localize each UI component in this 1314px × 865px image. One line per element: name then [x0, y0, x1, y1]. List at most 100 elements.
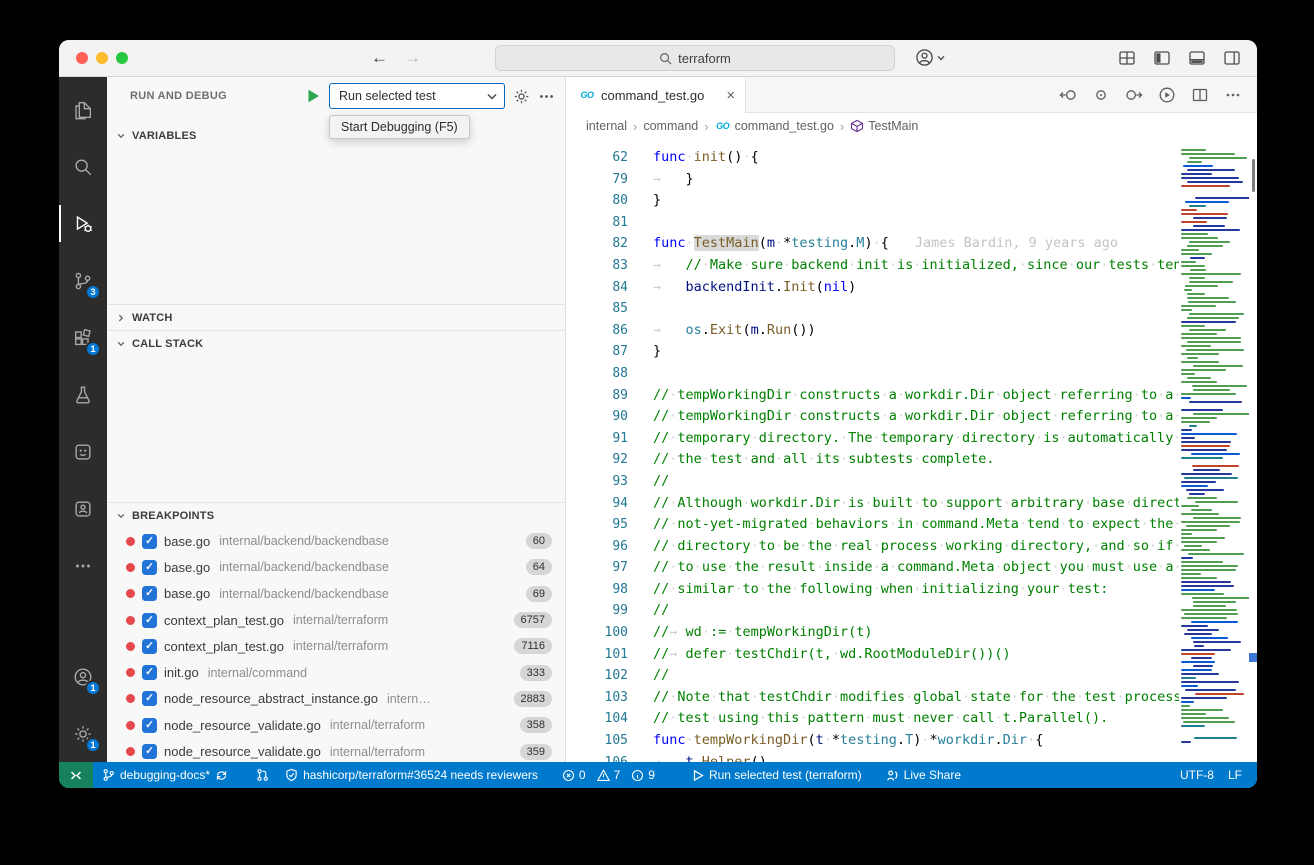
line-number[interactable]: 86 — [566, 320, 628, 342]
breadcrumb-item-file[interactable]: GO command_test.go — [715, 119, 834, 133]
code-line[interactable]: 84→ backendInit.Init(nil) — [566, 277, 1257, 299]
line-number[interactable]: 91 — [566, 428, 628, 450]
repo-review-status[interactable]: hashicorp/terraform#36524 needs reviewer… — [278, 762, 545, 788]
activity-item-search[interactable] — [59, 138, 107, 195]
code-line[interactable]: 96//·directory·to·be·the·real·process·wo… — [566, 536, 1257, 558]
zoom-window-button[interactable] — [116, 52, 128, 64]
run-task-status[interactable]: Run selected test (terraform) — [685, 762, 869, 788]
toggle-primary-sidebar-button[interactable] — [1153, 49, 1171, 67]
activity-item-source-control[interactable]: 3 — [59, 252, 107, 309]
breakpoint-row[interactable]: ✓base.gointernal/backend/backendbase60 — [107, 528, 565, 554]
toggle-panel-button[interactable] — [1188, 49, 1206, 67]
changes-icon[interactable] — [1092, 86, 1110, 104]
line-number[interactable]: 105 — [566, 730, 628, 752]
activity-item-extensions[interactable]: 1 — [59, 309, 107, 366]
code-line[interactable]: 81 — [566, 212, 1257, 234]
previous-change-icon[interactable] — [1059, 86, 1077, 104]
live-share-status[interactable]: Live Share — [879, 762, 968, 788]
code-line[interactable]: 62func·init()·{ — [566, 147, 1257, 169]
history-back-button[interactable]: ← — [371, 48, 388, 68]
line-number[interactable]: 98 — [566, 579, 628, 601]
line-number[interactable]: 99 — [566, 600, 628, 622]
line-number[interactable]: 106 — [566, 752, 628, 762]
line-number[interactable]: 80 — [566, 190, 628, 212]
close-tab-button[interactable]: × — [726, 88, 735, 103]
code-line[interactable]: 105func·tempWorkingDir(t·*testing.T)·*wo… — [566, 730, 1257, 752]
history-forward-button[interactable]: → — [404, 48, 421, 68]
run-or-debug-icon[interactable] — [1158, 86, 1176, 104]
code-line[interactable]: 98//·similar·to·the·following·when·initi… — [566, 579, 1257, 601]
pull-request-status[interactable] — [249, 762, 276, 788]
breadcrumb-item-internal[interactable]: internal — [586, 119, 627, 133]
breakpoint-checkbox[interactable]: ✓ — [142, 744, 157, 759]
line-number[interactable]: 95 — [566, 514, 628, 536]
start-debugging-button[interactable] — [305, 88, 321, 104]
activity-item-run-and-debug[interactable] — [59, 195, 107, 252]
activity-item-settings[interactable]: 1 — [59, 705, 107, 762]
line-number[interactable]: 82 — [566, 233, 628, 255]
line-number[interactable]: 90 — [566, 406, 628, 428]
code-line[interactable]: 83→ //·Make·sure·backend·init·is·initial… — [566, 255, 1257, 277]
line-number[interactable]: 88 — [566, 363, 628, 385]
code-line[interactable]: 106→ t.Helper() — [566, 752, 1257, 762]
debug-more-actions-button[interactable] — [538, 88, 555, 105]
breadcrumb-item-command[interactable]: command — [643, 119, 698, 133]
line-number[interactable]: 102 — [566, 665, 628, 687]
code-line[interactable]: 89//·tempWorkingDir·constructs·a·workdir… — [566, 385, 1257, 407]
next-change-icon[interactable] — [1125, 86, 1143, 104]
command-center-search[interactable]: terraform — [495, 45, 895, 71]
line-number[interactable]: 85 — [566, 298, 628, 320]
line-number[interactable]: 104 — [566, 708, 628, 730]
code-line[interactable]: 95//·not-yet-migrated·behaviors·in·comma… — [566, 514, 1257, 536]
line-number[interactable]: 93 — [566, 471, 628, 493]
code-line[interactable]: 94//·Although·workdir.Dir·is·built·to·su… — [566, 493, 1257, 515]
breakpoint-checkbox[interactable]: ✓ — [142, 613, 157, 628]
code-line[interactable]: 79→ } — [566, 169, 1257, 191]
activity-item-explorer[interactable] — [59, 81, 107, 138]
line-number[interactable]: 62 — [566, 147, 628, 169]
more-actions-icon[interactable] — [1224, 86, 1242, 104]
breakpoint-row[interactable]: ✓node_resource_abstract_instance.gointer… — [107, 686, 565, 712]
breakpoint-checkbox[interactable]: ✓ — [142, 665, 157, 680]
code-editor[interactable]: 62func·init()·{79→ }80}8182func·TestMain… — [566, 139, 1257, 762]
breadcrumb-item-symbol[interactable]: TestMain — [850, 119, 918, 133]
code-line[interactable]: 90//·tempWorkingDir·constructs·a·workdir… — [566, 406, 1257, 428]
code-line[interactable]: 87} — [566, 341, 1257, 363]
breakpoint-checkbox[interactable]: ✓ — [142, 639, 157, 654]
code-line[interactable]: 91//·temporary·directory.·The·temporary·… — [566, 428, 1257, 450]
minimap[interactable] — [1179, 145, 1249, 762]
encoding-status[interactable]: UTF-8 — [1173, 768, 1221, 782]
code-line[interactable]: 86→ os.Exit(m.Run()) — [566, 320, 1257, 342]
profile-menu-button[interactable] — [915, 48, 945, 67]
section-watch[interactable]: WATCH — [107, 304, 565, 331]
line-number[interactable]: 83 — [566, 255, 628, 277]
breakpoint-row[interactable]: ✓node_resource_validate.gointernal/terra… — [107, 712, 565, 738]
debug-settings-gear-button[interactable] — [513, 88, 530, 105]
breakpoint-row[interactable]: ✓init.gointernal/command333 — [107, 659, 565, 685]
breakpoint-checkbox[interactable]: ✓ — [142, 560, 157, 575]
section-breakpoints[interactable]: BREAKPOINTS — [107, 502, 565, 529]
remote-indicator[interactable] — [59, 762, 93, 788]
code-line[interactable]: 104//·test·using·this·pattern·must·never… — [566, 708, 1257, 730]
line-number[interactable]: 103 — [566, 687, 628, 709]
breakpoint-checkbox[interactable]: ✓ — [142, 586, 157, 601]
breakpoint-row[interactable]: ✓base.gointernal/backend/backendbase69 — [107, 581, 565, 607]
code-line[interactable]: 88 — [566, 363, 1257, 385]
breakpoint-checkbox[interactable]: ✓ — [142, 534, 157, 549]
line-number[interactable]: 87 — [566, 341, 628, 363]
code-line[interactable]: 85 — [566, 298, 1257, 320]
toggle-secondary-sidebar-button[interactable] — [1223, 49, 1241, 67]
activity-item-extension-1[interactable] — [59, 423, 107, 480]
section-call-stack[interactable]: CALL STACK — [107, 330, 565, 357]
code-line[interactable]: 100//→ wd·:=·tempWorkingDir(t) — [566, 622, 1257, 644]
customize-layout-button[interactable] — [1118, 49, 1136, 67]
line-number[interactable]: 79 — [566, 169, 628, 191]
code-line[interactable]: 99// — [566, 600, 1257, 622]
split-editor-icon[interactable] — [1191, 86, 1209, 104]
breakpoint-row[interactable]: ✓context_plan_test.gointernal/terraform6… — [107, 607, 565, 633]
line-number[interactable]: 101 — [566, 644, 628, 666]
line-number[interactable]: 84 — [566, 277, 628, 299]
line-number[interactable]: 96 — [566, 536, 628, 558]
tab-command-test-go[interactable]: GO command_test.go × — [566, 77, 746, 113]
problems-status[interactable]: 0 7 9 — [555, 762, 669, 788]
